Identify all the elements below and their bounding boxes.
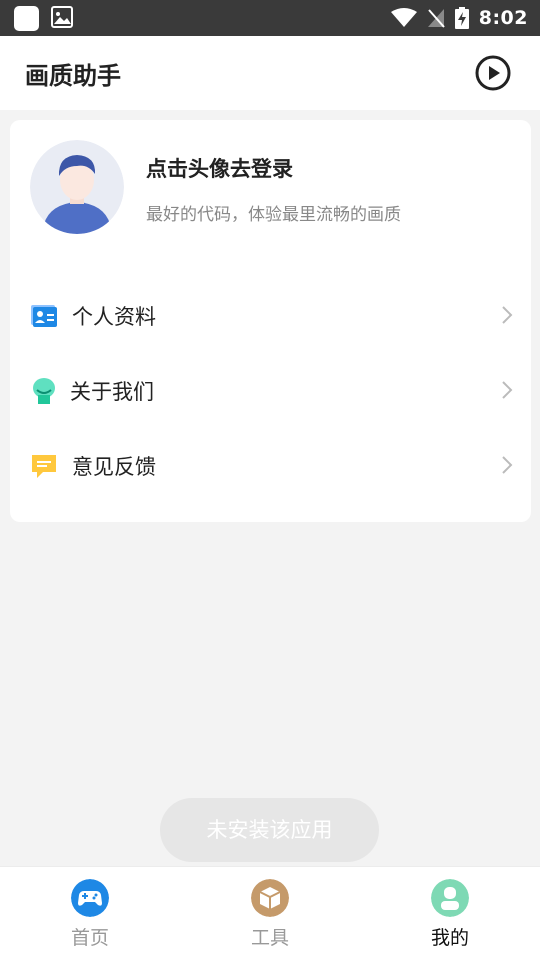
menu-item-about[interactable]: 关于我们 <box>10 360 531 420</box>
toast-message: 未安装该应用 <box>160 798 379 862</box>
app-header: 画质助手 <box>0 36 540 110</box>
tab-home[interactable]: 首页 <box>0 867 180 961</box>
mascot-icon <box>33 378 55 404</box>
feedback-icon <box>32 455 56 478</box>
chevron-right-icon <box>502 456 513 474</box>
no-signal-icon <box>427 9 445 28</box>
tab-label-tools: 工具 <box>250 927 289 949</box>
chevron-right-icon <box>502 306 513 324</box>
id-card-icon <box>31 305 57 327</box>
chevron-right-icon <box>502 381 513 399</box>
bottom-tab-bar: 首页 工具 我的 <box>0 866 540 961</box>
login-title[interactable]: 点击头像去登录 <box>146 153 293 183</box>
play-button-icon[interactable] <box>474 54 512 92</box>
box-icon <box>251 879 289 917</box>
status-bar: 8:02 <box>0 0 540 36</box>
menu-item-feedback[interactable]: 意见反馈 <box>10 435 531 495</box>
app-notification-icon <box>14 6 39 31</box>
avatar[interactable] <box>30 140 124 234</box>
tab-tools[interactable]: 工具 <box>180 867 360 961</box>
menu-label-profile: 个人资料 <box>72 305 156 329</box>
profile-card: 点击头像去登录 最好的代码，体验最里流畅的画质 个人资料 关于我们 意见反馈 <box>10 120 531 522</box>
battery-charging-icon <box>454 7 469 29</box>
menu-label-feedback: 意见反馈 <box>72 455 156 479</box>
menu-item-profile[interactable]: 个人资料 <box>10 285 531 345</box>
tab-label-mine: 我的 <box>430 927 469 949</box>
menu-label-about: 关于我们 <box>70 380 154 404</box>
gamepad-icon <box>71 879 109 917</box>
wifi-icon <box>390 8 417 27</box>
status-time: 8:02 <box>478 7 528 29</box>
login-subtitle: 最好的代码，体验最里流畅的画质 <box>146 205 401 225</box>
default-avatar-icon <box>30 140 124 234</box>
image-notification-icon <box>51 6 73 28</box>
user-icon <box>431 879 469 917</box>
page-title: 画质助手 <box>25 62 121 90</box>
tab-mine[interactable]: 我的 <box>360 867 540 961</box>
tab-label-home: 首页 <box>70 927 109 949</box>
